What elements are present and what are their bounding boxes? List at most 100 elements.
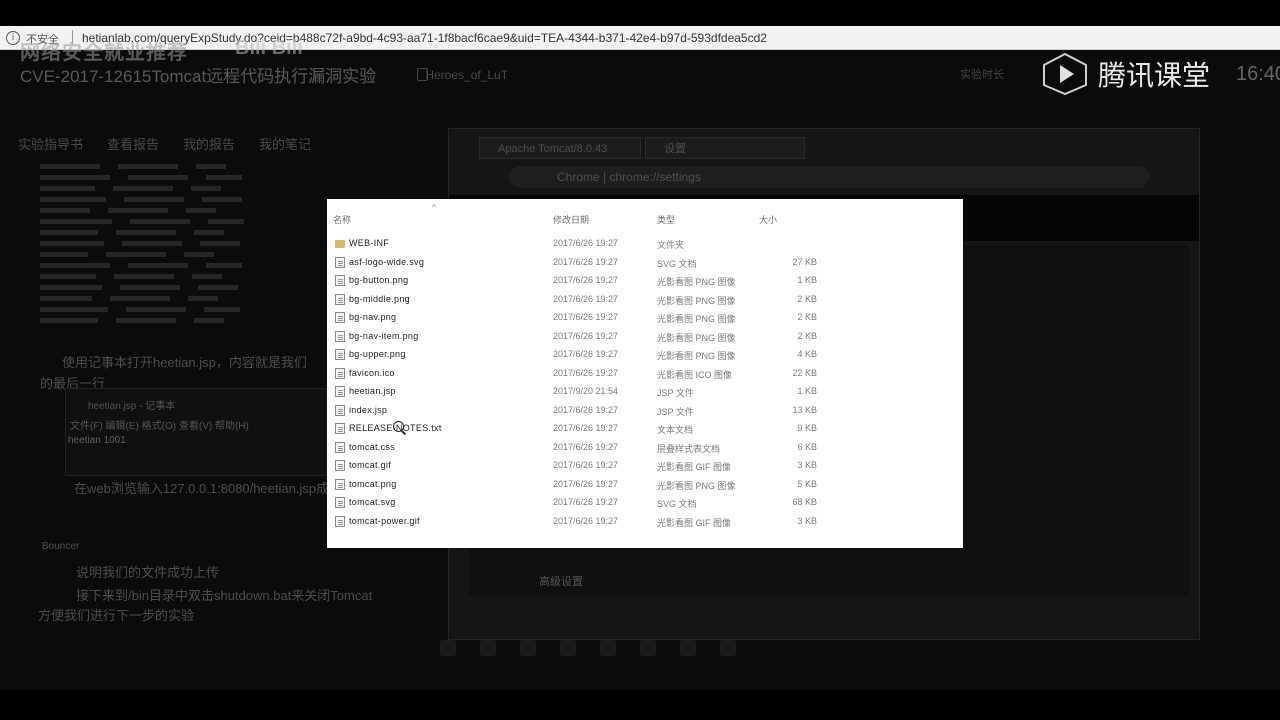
- address-bar[interactable]: i 不安全 hetianlab.com/queryExpStudy.do?cei…: [0, 26, 1280, 50]
- file-icon: [335, 330, 345, 342]
- file-row[interactable]: tomcat.png 2017/6/26 19:27 光影看图 PNG 图像 5 KB: [327, 476, 963, 494]
- taskbar-app-icon[interactable]: [440, 640, 456, 656]
- file-row[interactable]: tomcat.svg 2017/6/26 19:27 SVG 文档 68 KB: [327, 494, 963, 512]
- brand-name: 腾讯课堂: [1098, 59, 1211, 92]
- file-type: 光影看图 GIF 图像: [657, 517, 731, 528]
- info-icon[interactable]: i: [6, 31, 20, 45]
- file-icon: [335, 386, 345, 397]
- column-header-size[interactable]: 大小: [759, 213, 777, 226]
- step-text-1: 使用记事本打开heetian.jsp，内容就是我们: [62, 355, 307, 370]
- file-size: 6 KB: [797, 441, 817, 452]
- taskbar-app-icon[interactable]: [640, 640, 656, 656]
- file-type: 光影看图 PNG 图像: [657, 277, 736, 287]
- file-date: 2017/6/26 19:27: [553, 367, 619, 378]
- file-name: bg-nav-item.png: [349, 330, 419, 341]
- taskbar-app-icon[interactable]: [520, 640, 536, 656]
- file-icon: [335, 367, 345, 379]
- blurred-file-list: [40, 164, 330, 329]
- file-size: 9 KB: [797, 423, 817, 433]
- file-name: asf-logo-wide.svg: [349, 256, 425, 267]
- file-icon: [335, 497, 345, 508]
- browser-omnibox[interactable]: Chrome | chrome://settings: [509, 166, 1149, 188]
- taskbar-app-icon[interactable]: [680, 640, 696, 656]
- file-name: favicon.ico: [349, 367, 395, 378]
- section-label: Bouncer: [42, 541, 80, 552]
- taskbar-app-icon[interactable]: [480, 640, 496, 656]
- tab-my-notes[interactable]: 我的笔记: [259, 134, 311, 153]
- file-date: 2017/6/26 19:27: [553, 478, 619, 489]
- file-type: 层叠样式表文档: [657, 443, 721, 454]
- file-size: 2 KB: [797, 330, 817, 341]
- taskbar-app-icon[interactable]: [600, 640, 616, 656]
- file-type: 光影看图 PNG 图像: [657, 314, 736, 324]
- file-date: 2017/6/26 19:27: [553, 404, 619, 415]
- file-row[interactable]: bg-middle.png 2017/6/26 19:27 光影看图 PNG 图像 2…: [327, 291, 963, 309]
- step-text-4: 接下来到/bin目录中双击shutdown.bat来关闭Tomcat: [76, 588, 373, 603]
- column-header-date[interactable]: 修改日期: [553, 213, 589, 226]
- column-header-name[interactable]: 名称: [333, 213, 351, 226]
- file-name: tomcat.svg: [349, 497, 396, 507]
- file-row[interactable]: tomcat.css 2017/6/26 19:27 层叠样式表文档 6 KB: [327, 439, 963, 457]
- step-text-5: 方便我们进行下一步的实验: [38, 608, 195, 623]
- lab-title: CVE-2017-12615Tomcat远程代码执行漏洞实验: [20, 67, 377, 86]
- file-name: bg-button.png: [349, 275, 409, 285]
- file-type: JSP 文件: [657, 406, 694, 417]
- file-size: 27 KB: [792, 256, 817, 267]
- taskbar-app-icon[interactable]: [720, 640, 736, 656]
- file-size: 3 KB: [797, 460, 817, 470]
- play-logo-icon: [1040, 52, 1090, 96]
- file-size: 13 KB: [792, 404, 817, 415]
- file-row[interactable]: tomcat-power.gif 2017/6/26 19:27 光影看图 GIF …: [327, 513, 963, 531]
- browser-tab-settings[interactable]: 设置: [645, 137, 805, 159]
- file-date: 2017/6/26 19:27: [553, 275, 619, 285]
- file-explorer-panel: ^ 名称 修改日期 类型 大小 WEB-INF 2017/6/26 19:27 文件…: [327, 199, 963, 548]
- file-row[interactable]: heetian.jsp 2017/9/20 21:54 JSP 文件 1 KB: [327, 383, 963, 401]
- folder-icon: [335, 240, 345, 248]
- file-type: 文件夹: [657, 240, 685, 250]
- tab-guide[interactable]: 实验指导书: [18, 134, 83, 153]
- omnibox-url: chrome://settings: [609, 170, 701, 184]
- file-icon: [335, 349, 345, 360]
- file-size: 2 KB: [797, 312, 817, 322]
- step-text-3: 说明我们的文件成功上传: [76, 565, 220, 580]
- file-type: SVG 文档: [657, 499, 697, 509]
- browser-tab-tomcat[interactable]: Apache Tomcat/8.0.43: [479, 137, 641, 159]
- file-size: 2 KB: [797, 293, 817, 304]
- tab-view-report[interactable]: 查看报告: [107, 134, 159, 153]
- file-date: 2017/6/26 19:27: [553, 330, 619, 341]
- file-icon: [335, 293, 345, 305]
- file-row[interactable]: bg-button.png 2017/6/26 19:27 光影看图 PNG 图像 1…: [327, 272, 963, 290]
- file-type: 光影看图 PNG 图像: [657, 332, 736, 343]
- file-type: 光影看图 PNG 图像: [657, 295, 736, 306]
- file-row[interactable]: WEB-INF 2017/6/26 19:27 文件夹: [327, 235, 963, 253]
- file-row[interactable]: asf-logo-wide.svg 2017/6/26 19:27 SVG 文档 27…: [327, 254, 963, 272]
- file-size: 3 KB: [797, 515, 817, 526]
- file-size: 1 KB: [797, 386, 817, 396]
- taskbar-icons: [440, 640, 736, 656]
- file-name: tomcat.css: [349, 441, 396, 452]
- file-icon: [335, 275, 345, 286]
- file-size: 5 KB: [797, 478, 817, 489]
- file-date: 2017/6/26 19:27: [553, 423, 619, 433]
- file-row[interactable]: bg-upper.png 2017/6/26 19:27 光影看图 PNG 图像 4 …: [327, 346, 963, 364]
- timer: 16:40: [1236, 63, 1280, 85]
- file-row[interactable]: bg-nav-item.png 2017/6/26 19:27 光影看图 PNG 图…: [327, 328, 963, 346]
- column-header-type[interactable]: 类型: [657, 213, 675, 226]
- file-row[interactable]: bg-nav.png 2017/6/26 19:27 光影看图 PNG 图像 2 KB: [327, 309, 963, 327]
- file-date: 2017/6/26 19:27: [553, 293, 619, 304]
- notepad-screenshot: heetian.jsp - 记事本 文件(F) 编辑(E) 格式(O) 查看(V…: [65, 388, 327, 476]
- top-black-bar: [0, 0, 1280, 26]
- file-type: 光影看图 PNG 图像: [657, 480, 736, 491]
- file-type: 光影看图 GIF 图像: [657, 462, 731, 472]
- advanced-settings-link[interactable]: 高级设置: [539, 573, 583, 589]
- file-row[interactable]: index.jsp 2017/6/26 19:27 JSP 文件 13 KB: [327, 402, 963, 420]
- tab-my-report[interactable]: 我的报告: [183, 134, 235, 153]
- file-type: SVG 文档: [657, 258, 697, 269]
- file-date: 2017/6/26 19:27: [553, 441, 619, 452]
- file-row[interactable]: tomcat.gif 2017/6/26 19:27 光影看图 GIF 图像 3 KB: [327, 457, 963, 475]
- file-size: 22 KB: [792, 367, 817, 378]
- file-date: 2017/6/26 19:27: [553, 312, 619, 322]
- file-row[interactable]: favicon.ico 2017/6/26 19:27 光影看图 ICO 图像 22 …: [327, 365, 963, 383]
- file-row[interactable]: RELEASE-NOTES.txt 2017/6/26 19:27 文本文档 9 KB: [327, 420, 963, 438]
- taskbar-app-icon[interactable]: [560, 640, 576, 656]
